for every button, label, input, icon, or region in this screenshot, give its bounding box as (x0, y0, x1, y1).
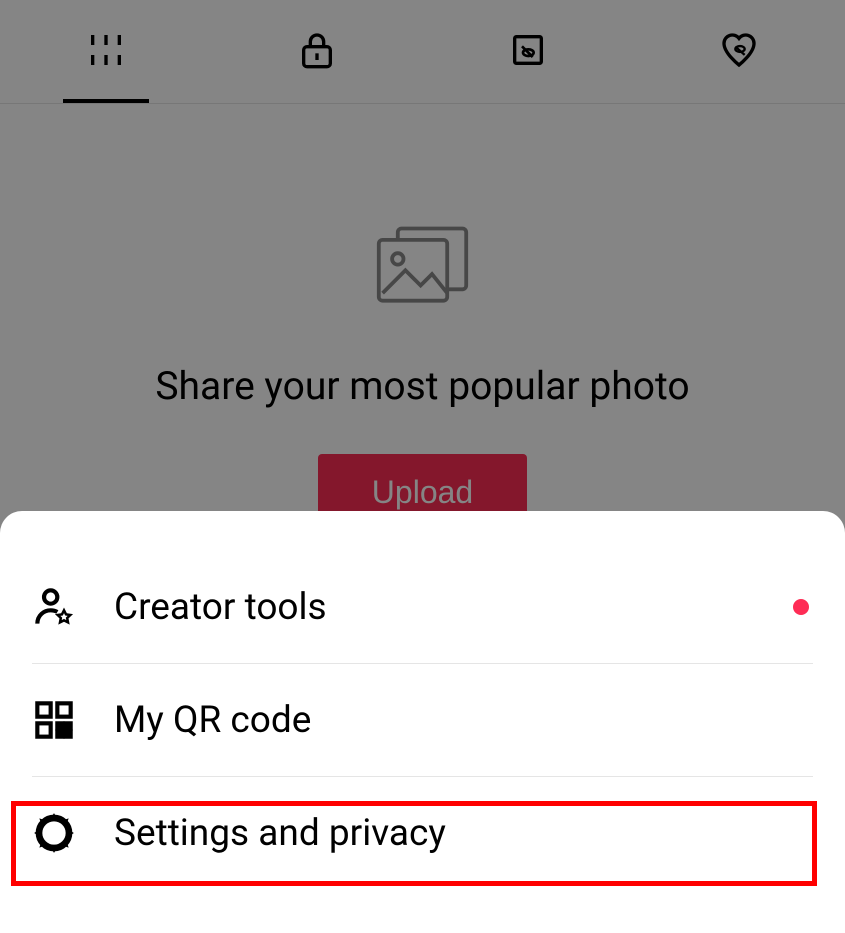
menu-item-label: Creator tools (114, 586, 327, 629)
qr-code-icon (32, 698, 76, 742)
menu-item-settings-privacy[interactable]: Settings and privacy (0, 777, 845, 889)
menu-item-qr-code[interactable]: My QR code (0, 664, 845, 776)
bottom-sheet-menu: Creator tools My QR code Settin (0, 511, 845, 933)
menu-item-label: My QR code (114, 699, 311, 742)
menu-item-label: Settings and privacy (114, 812, 446, 855)
gear-icon (32, 811, 76, 855)
person-star-icon (32, 585, 76, 629)
notification-dot (793, 599, 809, 615)
menu-item-creator-tools[interactable]: Creator tools (0, 551, 845, 663)
